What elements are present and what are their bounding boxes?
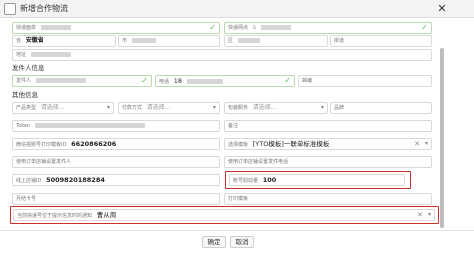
- notify-select[interactable]: 当前快递号位于提示信息时的通知 曹从周 ✕ ▾: [13, 209, 435, 221]
- footer-divider: [0, 230, 474, 231]
- print-template-label: 打印模板: [228, 196, 249, 202]
- check-icon: ✓: [209, 23, 216, 32]
- cancel-button[interactable]: 取消: [230, 236, 254, 248]
- clear-icon[interactable]: ✕: [414, 139, 420, 149]
- order-user-field[interactable]: 使用订单店铺设置发件人: [12, 156, 220, 168]
- shop-id-field[interactable]: 账号助动量 100: [229, 174, 405, 186]
- close-icon[interactable]: ✕: [436, 3, 448, 15]
- sender-name-label: 发件人: [16, 78, 32, 84]
- masked-value: [260, 25, 291, 30]
- address-field[interactable]: 地址: [12, 49, 432, 61]
- app-icon: [4, 3, 16, 15]
- address-label: 地址: [16, 52, 27, 58]
- online-id-label: 线上店铺ID: [16, 178, 42, 184]
- order-user-label: 使用订单店铺设置发件人: [16, 159, 72, 165]
- scrollbar[interactable]: [440, 48, 444, 228]
- monthly-card-field[interactable]: 月结卡号: [12, 193, 220, 205]
- chevron-down-icon: ▾: [427, 211, 431, 218]
- chevron-down-icon: ▾: [320, 104, 324, 111]
- product-type-placeholder: 请选择...: [40, 104, 65, 111]
- street-label: 街道: [334, 38, 345, 44]
- package-label: 包装服务: [228, 105, 249, 111]
- sender-name-field[interactable]: 发件人 ✓: [12, 75, 152, 87]
- template-value: [YTO模板]一联单标准模板: [252, 140, 330, 148]
- logistics-number-label: 快递面单: [16, 25, 37, 31]
- product-type-label: 产品类型: [16, 105, 37, 111]
- remark-field[interactable]: 备注: [224, 120, 432, 132]
- province-field[interactable]: 省 安徽省: [12, 35, 116, 47]
- masked-value: [237, 38, 260, 43]
- city-label: 市: [122, 38, 128, 44]
- order-phone-label: 使用订单店铺设置发件电话: [228, 159, 289, 165]
- dialog-titlebar: [0, 0, 474, 18]
- order-phone-field[interactable]: 使用订单店铺设置发件电话: [224, 156, 432, 168]
- masked-value: [34, 123, 145, 128]
- printer-id-label: 微信视频号打印模板ID: [16, 142, 67, 148]
- print-template-field[interactable]: 打印模板: [224, 193, 432, 205]
- token-field[interactable]: Token: [12, 120, 220, 132]
- chevron-down-icon: ▾: [212, 104, 216, 111]
- street-field[interactable]: 街道: [330, 35, 432, 47]
- template-label: 选择模板: [228, 142, 249, 148]
- payment-label: 付款方式: [122, 105, 143, 111]
- ok-button[interactable]: 确定: [202, 236, 226, 248]
- sender-postcode-label: 邮编: [302, 78, 313, 84]
- dialog-title: 新增合作物流: [20, 4, 68, 13]
- payment-placeholder: 请选择...: [146, 104, 171, 111]
- other-section-title: 其他信息: [12, 91, 38, 99]
- monthly-label: 月结卡号: [16, 196, 37, 202]
- logistics-company-label: 快递网点: [228, 25, 249, 31]
- check-icon: ✓: [141, 76, 148, 85]
- online-id-field[interactable]: 线上店铺ID 5009820188284: [12, 174, 220, 186]
- chevron-down-icon: ▾: [106, 104, 110, 111]
- sender-phone-label: 电话: [159, 79, 170, 85]
- chevron-down-icon: ▾: [424, 140, 428, 147]
- sender-phone-value: 18: [173, 77, 183, 85]
- sender-postcode-field[interactable]: 邮编: [298, 75, 432, 87]
- package-select[interactable]: 包装服务 请选择... ▾: [224, 102, 328, 114]
- masked-value: [186, 79, 223, 84]
- city-field[interactable]: 市: [118, 35, 220, 47]
- check-icon: ✓: [421, 23, 428, 32]
- logistics-number-field[interactable]: 快递面单 ✓: [12, 22, 220, 34]
- printer-id-value: 6620866206: [71, 140, 117, 148]
- masked-value: [35, 78, 86, 83]
- payment-select[interactable]: 付款方式 请选择... ▾: [118, 102, 220, 114]
- sender-section-title: 发件人信息: [12, 64, 45, 72]
- template-select[interactable]: 选择模板 [YTO模板]一联单标准模板 ✕ ▾: [224, 138, 432, 150]
- district-field[interactable]: 区: [224, 35, 328, 47]
- logistics-company-field[interactable]: 快递网点 s ✓: [224, 22, 432, 34]
- sender-phone-field[interactable]: 电话 18 ✓: [155, 75, 295, 87]
- check-icon: ✓: [284, 76, 291, 85]
- notify-value: 曹从周: [96, 211, 117, 219]
- district-label: 区: [228, 38, 234, 44]
- product-type-select[interactable]: 产品类型 请选择... ▾: [12, 102, 114, 114]
- masked-value: [131, 38, 156, 43]
- masked-value: [30, 52, 71, 57]
- printer-id-field[interactable]: 微信视频号打印模板ID 6620866206: [12, 138, 220, 150]
- online-id-value: 5009820188284: [46, 176, 105, 184]
- remark-label: 备注: [228, 123, 239, 129]
- token-label: Token: [16, 123, 31, 129]
- package-placeholder: 请选择...: [252, 104, 277, 111]
- notify-label: 当前快递号位于提示信息时的通知: [17, 213, 93, 219]
- shop-id-value: 100: [262, 176, 277, 184]
- shop-id-label: 账号助动量: [233, 178, 259, 184]
- masked-value: [40, 25, 71, 30]
- clear-icon[interactable]: ✕: [417, 210, 423, 220]
- province-value: 安徽省: [25, 37, 44, 44]
- brand-field[interactable]: 品牌: [330, 102, 432, 114]
- logistics-company-value: s: [252, 24, 256, 31]
- brand-label: 品牌: [334, 105, 345, 111]
